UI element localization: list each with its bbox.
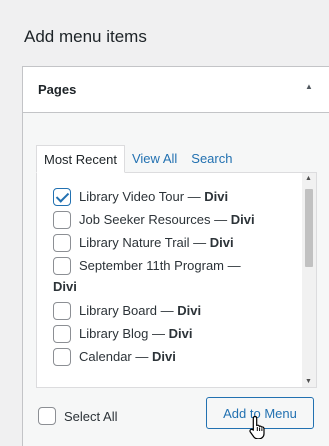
tab-view-all[interactable]: View All [125,145,184,173]
item-checkbox[interactable] [53,325,71,343]
scroll-down-arrow-icon[interactable]: ▼ [305,378,312,385]
select-all-label: Select All [64,408,118,424]
item-label: Calendar — Divi [79,349,176,364]
panel-title: Pages [38,82,77,97]
item-label-wrap: Divi [53,279,77,294]
list-item[interactable]: Job Seeker Resources — Divi [53,210,298,230]
scrollbar-thumb[interactable] [305,189,313,267]
select-all[interactable]: Select All [38,407,117,425]
item-checkbox[interactable] [53,348,71,366]
list-scrollbar[interactable]: ▲ ▼ [302,173,316,387]
toggle-up-arrow-icon[interactable]: ▲ [305,82,313,91]
item-checkbox[interactable] [53,234,71,252]
select-all-checkbox[interactable] [38,407,56,425]
item-label: Library Blog — Divi [79,326,193,341]
scroll-up-arrow-icon[interactable]: ▲ [305,175,312,182]
item-checkbox[interactable] [53,257,71,275]
panel-header[interactable]: Pages ▲ [23,67,329,113]
item-checkbox[interactable] [53,188,71,206]
item-checkbox[interactable] [53,302,71,320]
list-item[interactable]: Library Board — Divi [53,301,298,321]
tab-search[interactable]: Search [184,145,239,173]
list-item[interactable]: Library Video Tour — Divi [53,187,298,207]
item-label: Library Nature Trail — Divi [79,235,234,250]
item-label: Library Board — Divi [79,303,202,318]
item-checkbox[interactable] [53,211,71,229]
item-label: Job Seeker Resources — Divi [79,212,255,227]
list-item[interactable]: Library Blog — Divi [53,324,298,344]
list-item[interactable]: September 11th Program — [53,256,298,276]
tab-bar: Most Recent View All Search [36,145,239,173]
list-item[interactable]: Calendar — Divi [53,347,298,367]
tab-most-recent[interactable]: Most Recent [36,145,125,173]
hand-pointer-cursor-icon [249,415,265,439]
pages-panel: Pages ▲ Most Recent View All Search Libr… [22,66,329,446]
item-label: September 11th Program — [79,258,241,273]
item-label: Library Video Tour — Divi [79,189,229,204]
section-heading: Add menu items [24,27,147,46]
list-item[interactable]: Library Nature Trail — Divi [53,233,298,253]
pages-list[interactable]: Library Video Tour — Divi Job Seeker Res… [36,172,317,388]
